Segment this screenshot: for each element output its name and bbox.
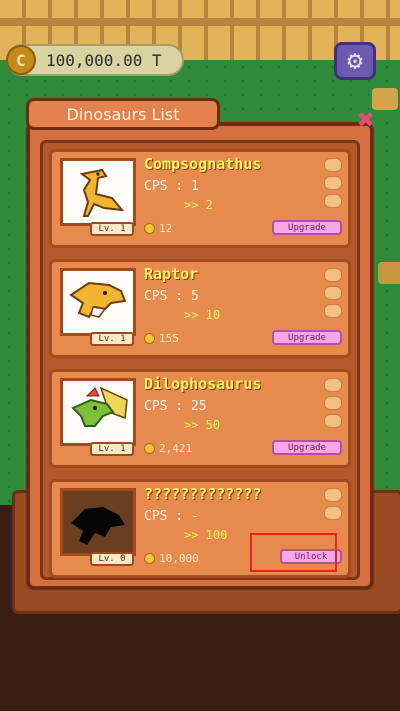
dino-sprite-peek	[378, 262, 400, 284]
compsognathus-icon	[79, 168, 125, 217]
slot-indicator	[324, 396, 342, 410]
dino-cps-next: >> 2	[184, 198, 213, 212]
dino-cost-value: 12	[159, 222, 173, 235]
dino-portrait-locked	[60, 488, 136, 556]
dino-cps-next: >> 50	[184, 418, 221, 432]
dino-card-compsognathus: Lv. 1 Compsognathus CPS : 1 >> 2 12 Upgr…	[49, 149, 351, 248]
close-button[interactable]: ✖	[352, 106, 380, 134]
dino-portrait	[60, 378, 136, 446]
dino-name: Dilophosaurus	[144, 375, 262, 393]
dilophosaurus-icon	[71, 386, 128, 427]
upgrade-button[interactable]: Upgrade	[272, 220, 342, 235]
currency-amount: 100,000.00 T	[46, 50, 162, 70]
dino-cost-value: 10,000	[159, 552, 199, 565]
dino-cost: 10,000	[144, 552, 199, 565]
dino-portrait	[60, 158, 136, 226]
dino-name: ?????????????	[144, 485, 262, 503]
upgrade-button[interactable]: Upgrade	[272, 440, 342, 455]
dino-cps-next: >> 100	[184, 528, 228, 542]
level-badge: Lv. 1	[90, 332, 134, 346]
dino-card-raptor: Lv. 1 Raptor CPS : 5 >> 10 155 Upgrade	[49, 259, 351, 358]
dino-cps: CPS : -	[144, 509, 199, 524]
unlock-button-highlight	[250, 533, 337, 572]
raptor-icon	[69, 281, 127, 319]
dino-cost: 2,421	[144, 442, 192, 455]
dino-cost: 12	[144, 222, 172, 235]
level-badge: Lv. 1	[90, 442, 134, 456]
level-badge: Lv. 1	[90, 222, 134, 236]
slot-indicator	[324, 378, 342, 392]
currency-display: C 100,000.00 T	[6, 44, 184, 76]
locked-dino-silhouette-icon	[71, 507, 125, 545]
slot-indicator	[324, 488, 342, 502]
gear-icon: ⚙	[347, 46, 363, 76]
dino-cps: CPS : 5	[144, 289, 199, 304]
slot-indicator	[324, 158, 342, 172]
dino-cost-value: 155	[159, 332, 179, 345]
slot-indicator	[324, 414, 342, 428]
slot-indicator	[324, 304, 342, 318]
coin-icon	[144, 443, 155, 454]
dino-card-dilophosaurus: Lv. 1 Dilophosaurus CPS : 25 >> 50 2,421…	[49, 369, 351, 468]
dino-name: Raptor	[144, 265, 199, 283]
dino-portrait	[60, 268, 136, 336]
panel-title: Dinosaurs List	[26, 98, 220, 130]
settings-button[interactable]: ⚙	[334, 42, 376, 80]
upgrade-button[interactable]: Upgrade	[272, 330, 342, 345]
dino-name: Compsognathus	[144, 155, 262, 173]
dino-cost-value: 2,421	[159, 442, 193, 455]
coin-icon: C	[6, 45, 36, 75]
slot-indicator	[324, 176, 342, 190]
coin-icon	[144, 333, 155, 344]
coin-icon	[144, 223, 155, 234]
level-badge: Lv. 0	[90, 552, 134, 566]
coin-icon	[144, 553, 155, 564]
close-icon: ✖	[357, 103, 375, 136]
dino-cps: CPS : 1	[144, 179, 199, 194]
slot-indicator	[324, 506, 342, 520]
dino-cost: 155	[144, 332, 179, 345]
slot-indicator	[324, 194, 342, 208]
slot-indicator	[324, 286, 342, 300]
dino-cps: CPS : 25	[144, 399, 207, 414]
slot-indicator	[324, 268, 342, 282]
dino-cps-next: >> 10	[184, 308, 221, 322]
